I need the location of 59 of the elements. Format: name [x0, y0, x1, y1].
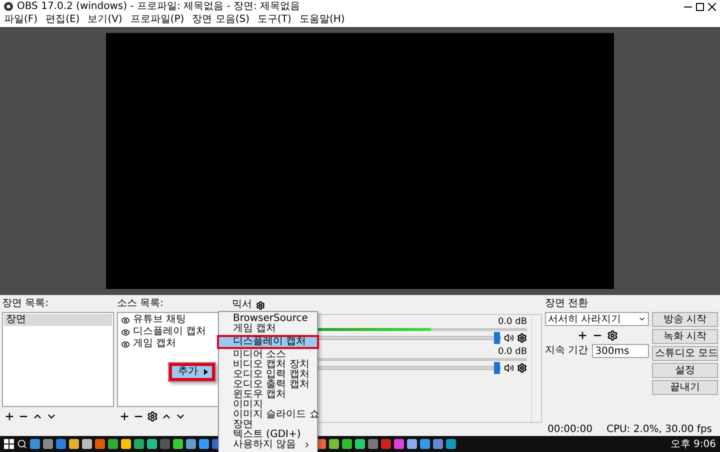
- menu-item[interactable]: 도구(T): [258, 14, 292, 26]
- panel-title: 소스 목록:: [117, 298, 165, 310]
- speaker-icon[interactable]: [504, 333, 514, 343]
- speaker-icon[interactable]: [504, 363, 514, 373]
- eye-icon[interactable]: [121, 328, 130, 336]
- menu-item[interactable]: 오디오 출력 캡처: [219, 380, 317, 390]
- menu-item[interactable]: 비디오 캡처 장치: [219, 360, 317, 370]
- maximize-icon[interactable]: [696, 2, 704, 10]
- panel-title: 장면 전환: [545, 298, 590, 310]
- settings-icon[interactable]: [517, 333, 527, 343]
- scene-item[interactable]: 장면: [4, 314, 112, 326]
- submenu-arrow-icon: [204, 369, 208, 375]
- slider-thumb[interactable]: [494, 332, 500, 344]
- add-icon[interactable]: [119, 410, 130, 422]
- control-button[interactable]: 녹화 시작: [652, 329, 718, 344]
- add-icon[interactable]: [4, 410, 15, 422]
- menu-item[interactable]: 보기(V): [88, 14, 122, 26]
- stream-time: 00:00:00: [548, 424, 592, 436]
- duration-label: 지속 기간: [545, 345, 588, 357]
- eye-icon[interactable]: [121, 316, 130, 324]
- search-icon[interactable]: [17, 439, 27, 449]
- menu-item[interactable]: 프로파일(P): [130, 14, 184, 26]
- settings-icon[interactable]: [517, 363, 527, 373]
- control-button[interactable]: 설정: [652, 363, 718, 378]
- menu-item[interactable]: 이미지: [219, 400, 317, 410]
- settings-icon[interactable]: [147, 410, 158, 422]
- menu-item[interactable]: 파일(F): [4, 14, 38, 26]
- caret-icon: [638, 315, 646, 323]
- menu-item[interactable]: 이미지 슬라이드 쇼: [219, 410, 317, 420]
- panel-title: 장면 목록:: [2, 298, 50, 310]
- duration-field[interactable]: 300ms: [592, 344, 649, 358]
- menu-item[interactable]: 사용하지 않음: [219, 440, 317, 450]
- panel-title: 믹서: [232, 299, 252, 311]
- eye-icon[interactable]: [121, 340, 130, 348]
- transition-dropdown[interactable]: 서서히 사라지기: [545, 312, 649, 326]
- menu-item[interactable]: 디스플레이 캡처: [219, 337, 317, 347]
- menu-item[interactable]: 오디오 입력 캡처: [219, 370, 317, 380]
- volume-reading: 0.0 dB: [498, 317, 527, 327]
- menu-item[interactable]: 장면: [219, 420, 317, 430]
- close-icon[interactable]: [708, 2, 716, 10]
- menu-item[interactable]: 편집(E): [46, 14, 80, 26]
- cpu-status: CPU: 2.0%, 30.00 fps: [606, 424, 712, 436]
- volume-reading: 0.0 dB: [498, 347, 527, 357]
- menu-item[interactable]: 텍스트 (GDI+): [219, 430, 317, 440]
- control-button[interactable]: 끝내기: [652, 380, 718, 395]
- menu-item[interactable]: 도움말(H): [299, 14, 345, 26]
- menu-item[interactable]: 추가: [172, 366, 212, 378]
- menu-item[interactable]: 장면 모음(S): [192, 14, 250, 26]
- clock: 오후 9:06: [670, 438, 716, 451]
- settings-icon[interactable]: [256, 300, 265, 310]
- menu-item[interactable]: 미디어 소스: [219, 350, 317, 360]
- window-title: OBS 17.0.2 (windows) - 프로파일: 제목없음 - 장면: 제목없음: [17, 0, 302, 12]
- settings-icon[interactable]: [606, 330, 618, 340]
- control-button[interactable]: 스튜디오 모드: [652, 346, 718, 361]
- slider-thumb[interactable]: [494, 362, 500, 374]
- start-icon[interactable]: [4, 439, 14, 449]
- add-icon[interactable]: [576, 330, 588, 340]
- menu-item[interactable]: 윈도우 캡처: [219, 390, 317, 400]
- control-button[interactable]: 방송 시작: [652, 312, 718, 327]
